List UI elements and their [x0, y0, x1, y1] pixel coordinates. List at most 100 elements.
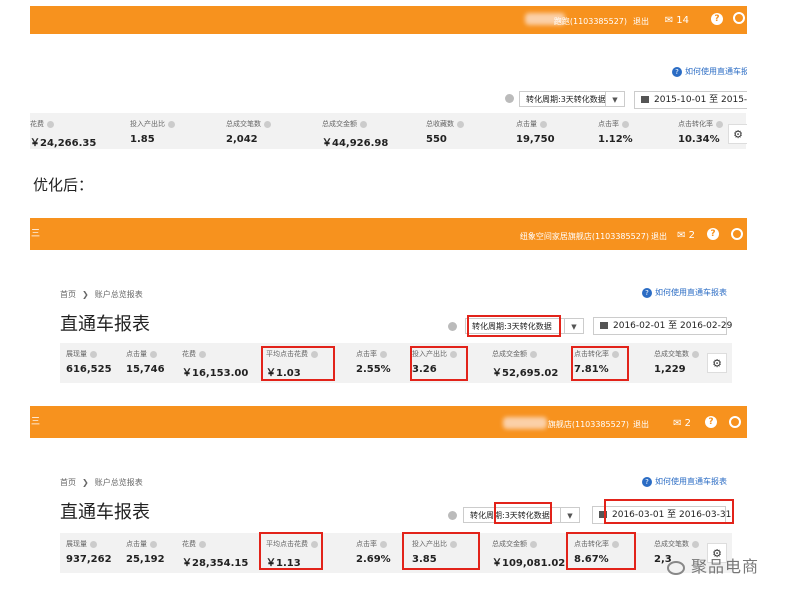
- calendar-icon: [641, 96, 649, 103]
- switch-icon[interactable]: [733, 12, 745, 24]
- help-link[interactable]: ? 如何使用直通车报: [672, 66, 747, 77]
- help-icon[interactable]: ?: [707, 228, 719, 240]
- info-icon: [150, 350, 157, 358]
- breadcrumb: 首页 ❯ 账户总览报表: [60, 289, 143, 300]
- info-icon: [692, 540, 699, 548]
- chevron-right-icon: ❯: [82, 478, 89, 487]
- caption: 优化后：: [33, 176, 94, 194]
- help-icon[interactable]: ?: [711, 13, 723, 25]
- question-icon: ?: [672, 67, 682, 77]
- mail-icon[interactable]: ✉ 14: [665, 15, 689, 26]
- mail-count: 14: [676, 15, 689, 26]
- info-icon: [380, 350, 387, 358]
- breadcrumb-home[interactable]: 首页: [60, 478, 76, 487]
- date-range-picker[interactable]: 2015-10-01 至 2015-10-30: [634, 91, 747, 109]
- watermark: 聚品电商: [666, 553, 759, 577]
- info-icon: [150, 540, 157, 548]
- chevron-down-icon: ▼: [560, 508, 579, 522]
- question-icon: ?: [642, 477, 652, 487]
- metric-clicks: 点击量 19,750: [516, 120, 555, 145]
- metric-ctr: 点击率 1.12%: [598, 120, 633, 145]
- report-screenshot-feb: 三 纽象空间家居旗舰店(1103385527) 退出 ✉ 2 ? 首页 ❯ 账户总览…: [30, 218, 747, 393]
- help-link[interactable]: ? 如何使用直通车报表: [642, 476, 727, 487]
- logout-link[interactable]: 退出: [651, 231, 667, 242]
- menu-edge-icon: 三: [31, 417, 41, 427]
- menu-edge-icon: 三: [31, 229, 41, 239]
- info-icon: [622, 120, 629, 128]
- switch-icon[interactable]: [729, 416, 741, 428]
- metric-cost: 花费 ￥24,266.35: [30, 120, 97, 149]
- metric-gmv: 总成交金额 ￥52,695.02: [492, 350, 559, 379]
- info-icon: [530, 350, 537, 358]
- account-name[interactable]: 旗舰店(1103385527): [548, 419, 629, 430]
- highlight-roi: [402, 532, 480, 570]
- info-icon: [530, 540, 537, 548]
- breadcrumb-home[interactable]: 首页: [60, 290, 76, 299]
- help-link[interactable]: ? 如何使用直通车报表: [642, 287, 727, 298]
- metric-clicks: 点击量 25,192: [126, 540, 165, 565]
- highlight-avg-cpc: [261, 346, 335, 381]
- settings-gear-icon[interactable]: ⚙: [728, 124, 747, 144]
- metric-favorites: 总收藏数 550: [420, 113, 510, 149]
- metric-ctr: 点击率 2.55%: [356, 350, 391, 375]
- conversion-toggle[interactable]: [448, 322, 457, 331]
- switch-icon[interactable]: [731, 228, 743, 240]
- highlight-cvr: [566, 532, 636, 570]
- account-name[interactable]: 纽象空间家居旗舰店(1103385527): [520, 231, 649, 242]
- mail-count: 2: [688, 230, 695, 241]
- highlight-date-range: [604, 499, 734, 524]
- info-icon: [457, 120, 464, 128]
- highlight-cycle: [467, 315, 561, 337]
- highlight-cycle: [494, 502, 552, 524]
- mail-icon[interactable]: ✉ 2: [677, 230, 695, 241]
- wechat-icon: [666, 560, 685, 575]
- info-icon: [47, 120, 54, 128]
- logout-link[interactable]: 退出: [633, 16, 649, 27]
- metric-impressions: 展现量 937,262: [66, 540, 112, 565]
- calendar-icon: [600, 322, 608, 329]
- metric-gmv: 总成交金额 ￥44,926.98: [322, 120, 389, 149]
- page-title: 直通车报表: [60, 502, 150, 523]
- breadcrumb: 首页 ❯ 账户总览报表: [60, 477, 143, 488]
- metric-cost: 花费 ￥28,354.15: [182, 540, 249, 569]
- conversion-cycle-select[interactable]: 转化周期:3天转化数据 ▼: [519, 91, 625, 107]
- conversion-toggle[interactable]: [448, 511, 457, 520]
- logout-link[interactable]: 退出: [633, 419, 649, 430]
- metric-orders: 总成交笔数 2,042: [220, 113, 316, 149]
- report-screenshot-mar: 三 旗舰店(1103385527) 退出 ✉ 2 ? 首页 ❯ 账户总览报表 直通车…: [30, 406, 747, 584]
- metrics-row: 展现量 616,525 点击量 15,746 花费 ￥16,153.00 平均点击花费…: [60, 343, 732, 383]
- info-icon: [716, 120, 723, 128]
- report-screenshot-before: 跑跑(1103385527) 退出 ✉ 14 ? ? 如何使用直通车报 转化周期:…: [30, 6, 747, 149]
- metric-ctr: 点击率 2.69%: [356, 540, 391, 565]
- top-nav-bar: 三 纽象空间家居旗舰店(1103385527) 退出 ✉ 2 ?: [30, 218, 747, 250]
- metrics-row: 花费 ￥24,266.35 投入产出比 1.85 总成交笔数 2,042 总成交金额 ￥…: [30, 113, 746, 149]
- chevron-down-icon: ▼: [564, 319, 583, 333]
- mail-icon[interactable]: ✉ 2: [673, 418, 691, 429]
- info-icon: [90, 540, 97, 548]
- metric-impressions: 展现量 616,525: [66, 350, 112, 375]
- info-icon: [540, 120, 547, 128]
- mail-count: 2: [684, 418, 691, 429]
- settings-gear-icon[interactable]: ⚙: [707, 353, 727, 373]
- help-icon[interactable]: ?: [705, 416, 717, 428]
- info-icon: [90, 350, 97, 358]
- breadcrumb-current: 账户总览报表: [94, 478, 143, 487]
- conversion-toggle[interactable]: [505, 94, 514, 103]
- chevron-down-icon: ▼: [605, 92, 624, 106]
- metric-clicks: 点击量 15,746: [126, 350, 165, 375]
- top-nav-bar: 跑跑(1103385527) 退出 ✉ 14 ?: [30, 6, 747, 34]
- highlight-roi: [410, 346, 468, 381]
- redacted-name: [503, 417, 547, 429]
- info-icon: [264, 120, 271, 128]
- question-icon: ?: [642, 288, 652, 298]
- date-range-picker[interactable]: 2016-02-01 至 2016-02-29: [593, 317, 732, 335]
- info-icon: [168, 120, 175, 128]
- highlight-avg-cpc: [259, 532, 323, 570]
- info-icon: [199, 350, 206, 358]
- info-icon: [380, 540, 387, 548]
- metric-roi: 投入产出比 1.85: [124, 113, 220, 149]
- account-name[interactable]: 跑跑(1103385527): [554, 16, 627, 27]
- metric-cost: 花费 ￥16,153.00: [182, 350, 249, 379]
- chevron-right-icon: ❯: [82, 290, 89, 299]
- info-icon: [360, 120, 367, 128]
